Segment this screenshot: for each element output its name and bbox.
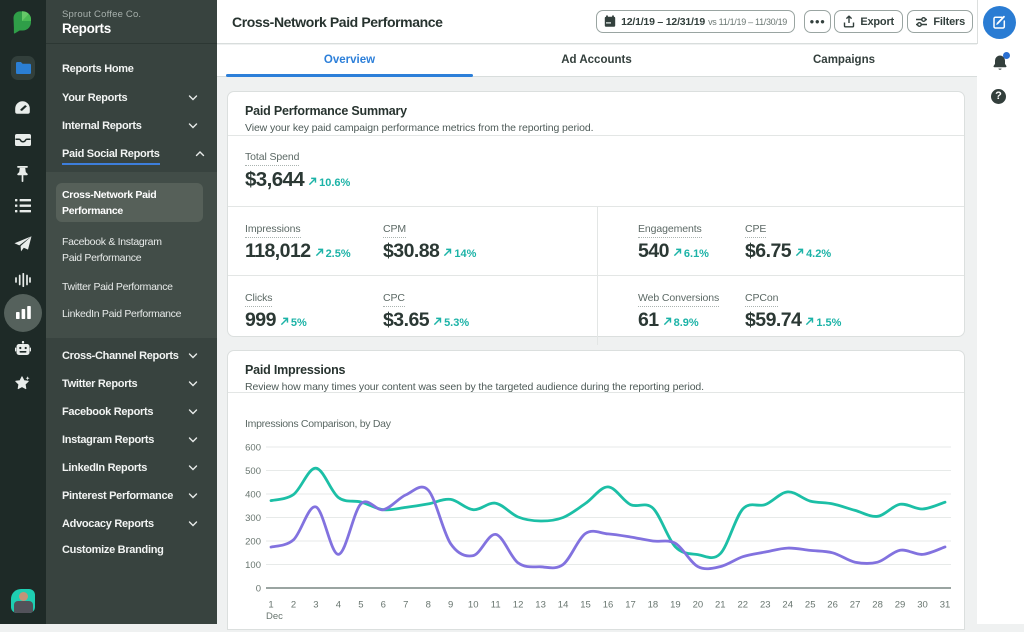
- svg-text:9: 9: [448, 600, 453, 611]
- svg-text:1: 1: [268, 600, 273, 611]
- svg-text:17: 17: [625, 600, 636, 611]
- svg-text:7: 7: [403, 600, 408, 611]
- svg-text:14: 14: [558, 600, 569, 611]
- svg-text:19: 19: [670, 600, 681, 611]
- svg-text:31: 31: [940, 600, 951, 611]
- svg-text:11: 11: [491, 600, 501, 611]
- svg-text:27: 27: [850, 600, 861, 611]
- svg-text:8: 8: [426, 600, 431, 611]
- svg-text:13: 13: [535, 600, 546, 611]
- svg-text:25: 25: [805, 600, 816, 611]
- svg-text:0: 0: [256, 584, 261, 595]
- svg-text:12: 12: [513, 600, 524, 611]
- svg-text:28: 28: [872, 600, 883, 611]
- svg-text:3: 3: [313, 600, 318, 611]
- svg-text:15: 15: [580, 600, 591, 611]
- svg-text:5: 5: [358, 600, 363, 611]
- svg-text:300: 300: [245, 513, 261, 524]
- svg-text:29: 29: [895, 600, 906, 611]
- svg-text:100: 100: [245, 560, 261, 571]
- svg-text:16: 16: [603, 600, 614, 611]
- svg-text:22: 22: [738, 600, 749, 611]
- svg-text:4: 4: [336, 600, 341, 611]
- svg-text:2: 2: [291, 600, 296, 611]
- svg-text:21: 21: [715, 600, 726, 611]
- svg-text:6: 6: [381, 600, 386, 611]
- svg-text:500: 500: [245, 466, 261, 477]
- svg-text:200: 200: [245, 537, 261, 548]
- svg-text:24: 24: [782, 600, 793, 611]
- svg-text:20: 20: [693, 600, 704, 611]
- svg-text:26: 26: [827, 600, 838, 611]
- svg-text:10: 10: [468, 600, 479, 611]
- svg-text:400: 400: [245, 490, 261, 501]
- svg-text:30: 30: [917, 600, 928, 611]
- svg-text:23: 23: [760, 600, 771, 611]
- svg-text:18: 18: [648, 600, 659, 611]
- svg-text:600: 600: [245, 443, 261, 454]
- svg-text:Dec: Dec: [266, 611, 283, 622]
